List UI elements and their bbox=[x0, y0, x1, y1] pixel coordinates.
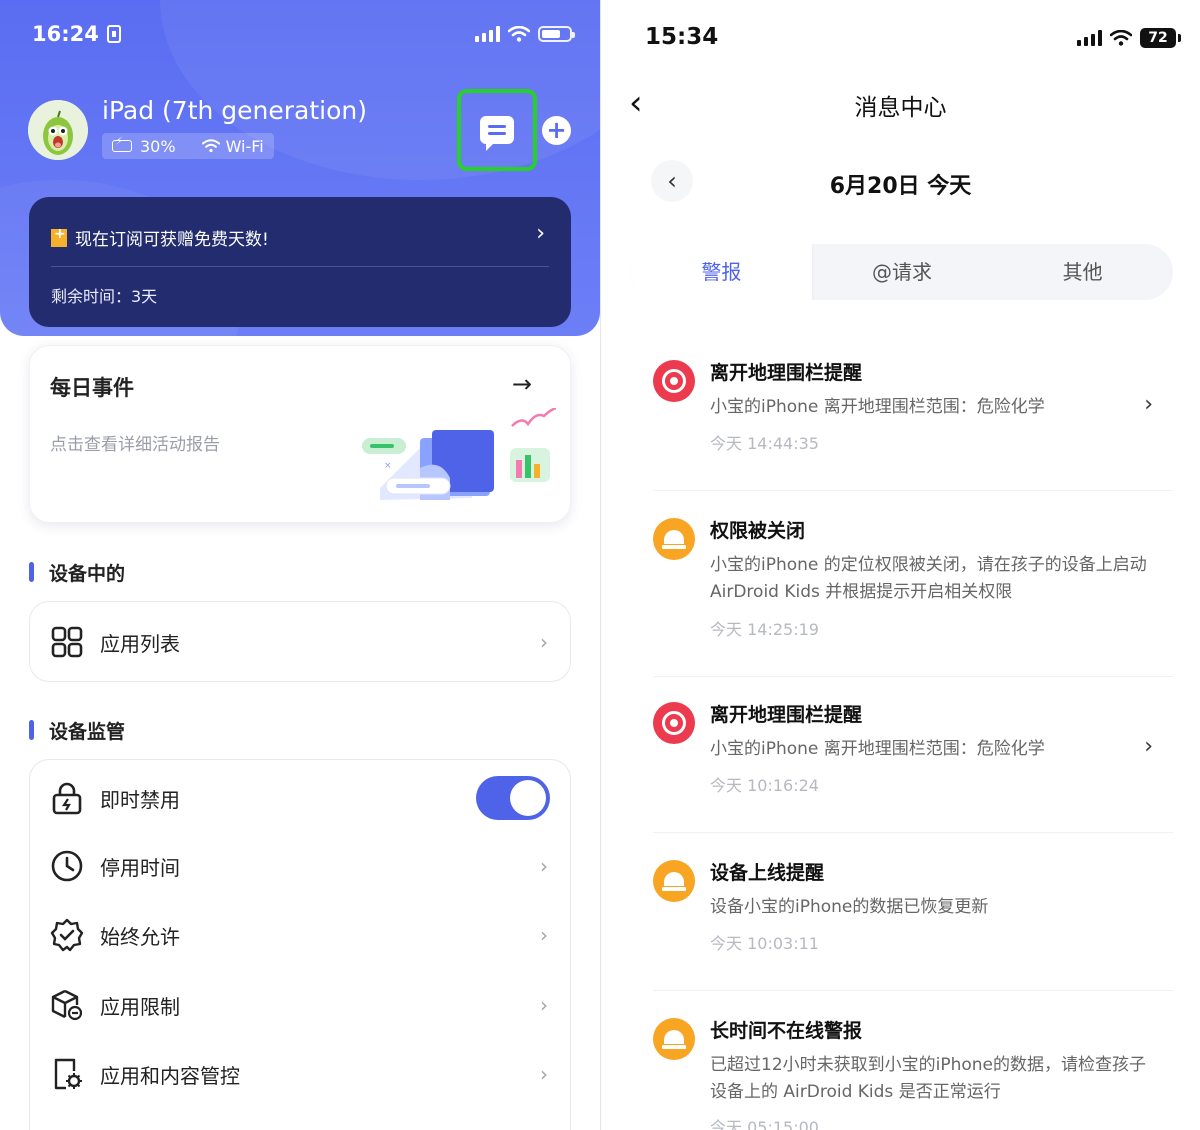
message-icon bbox=[480, 116, 514, 151]
page-title: 消息中心 bbox=[854, 95, 947, 121]
chevron-right-icon: › bbox=[540, 923, 548, 947]
alert-item[interactable]: 离开地理围栏提醒 小宝的iPhone 离开地理围栏范围：危险化学 今天 14:4… bbox=[639, 338, 1175, 468]
app-limits-label: 应用限制 bbox=[100, 994, 180, 1019]
cellular-signal-icon bbox=[1077, 30, 1102, 46]
chevron-right-icon: › bbox=[540, 1062, 548, 1086]
status-bar-left: 16:24 bbox=[32, 22, 121, 46]
alert-description: 设备小宝的iPhone的数据已恢复更新 bbox=[710, 897, 989, 917]
downtime-label: 停用时间 bbox=[100, 855, 180, 880]
chevron-right-icon: › bbox=[1144, 392, 1153, 417]
chevron-right-icon: › bbox=[540, 854, 548, 878]
alert-item[interactable]: 设备上线提醒 设备小宝的iPhone的数据已恢复更新 今天 10:03:11 bbox=[639, 838, 1175, 968]
daily-events-title: 每日事件 bbox=[50, 376, 134, 400]
alert-time: 今天 10:16:24 bbox=[710, 776, 819, 795]
chevron-right-icon: › bbox=[540, 630, 548, 654]
battery-icon bbox=[538, 26, 575, 42]
content-control-label: 应用和内容管控 bbox=[100, 1063, 240, 1088]
message-center-button[interactable] bbox=[457, 89, 537, 171]
alert-time: 今天 05:15:00 bbox=[710, 1118, 819, 1130]
status-icons bbox=[475, 26, 575, 42]
promo-text: 现在订阅可获赠免费天数! bbox=[75, 230, 269, 250]
wifi-icon bbox=[201, 139, 220, 153]
siren-alert-icon bbox=[653, 860, 695, 902]
alert-description: 小宝的iPhone 的定位权限被关闭，请在孩子的设备上启动 AirDroid K… bbox=[710, 555, 1147, 602]
section-monitor-title: 设备监管 bbox=[29, 717, 125, 744]
battery-charging-icon bbox=[112, 136, 132, 152]
avocado-avatar-icon bbox=[28, 100, 88, 160]
geofence-alert-icon bbox=[653, 360, 695, 402]
settings-doc-icon bbox=[54, 1058, 82, 1090]
chevron-right-icon: › bbox=[1144, 734, 1153, 759]
chevron-right-icon: › bbox=[540, 993, 548, 1017]
device-battery: 30% bbox=[140, 136, 176, 156]
siren-alert-icon bbox=[653, 1018, 695, 1060]
clock-icon bbox=[51, 850, 83, 882]
status-time: 16:24 bbox=[32, 22, 99, 46]
status-icons: 72 bbox=[1077, 28, 1181, 48]
subscription-promo[interactable]: 现在订阅可获赠免费天数! › 剩余时间：3天 bbox=[29, 197, 571, 327]
daily-events-card[interactable]: 每日事件 → 点击查看详细活动报告 × bbox=[29, 345, 571, 523]
tab-requests[interactable]: @请求 bbox=[812, 244, 993, 300]
alert-time: 今天 14:25:19 bbox=[710, 620, 819, 639]
alert-title: 权限被关闭 bbox=[710, 520, 806, 542]
cellular-signal-icon bbox=[475, 26, 500, 42]
report-illustration-icon: × bbox=[362, 408, 556, 500]
downtime-item[interactable]: 停用时间 › bbox=[30, 836, 570, 896]
alert-description: 小宝的iPhone 离开地理围栏范围：危险化学 bbox=[710, 397, 1045, 417]
device-meta: 30% Wi-Fi bbox=[102, 133, 274, 159]
daily-events-subtitle: 点击查看详细活动报告 bbox=[50, 435, 220, 455]
alert-title: 离开地理围栏提醒 bbox=[710, 362, 863, 384]
wifi-icon bbox=[508, 26, 530, 42]
wifi-icon bbox=[1110, 30, 1132, 46]
add-device-button[interactable]: + bbox=[542, 116, 571, 145]
arrow-right-icon: → bbox=[511, 370, 532, 398]
device-name: iPad (7th generation) bbox=[102, 96, 368, 125]
siren-alert-icon bbox=[653, 518, 695, 560]
content-control-item[interactable]: 应用和内容管控 › bbox=[30, 1044, 570, 1104]
always-allow-label: 始终允许 bbox=[100, 924, 180, 949]
alert-description: 小宝的iPhone 离开地理围栏范围：危险化学 bbox=[710, 739, 1045, 759]
cube-icon bbox=[51, 989, 83, 1021]
status-time: 15:34 bbox=[645, 24, 719, 50]
alert-title: 离开地理围栏提醒 bbox=[710, 704, 863, 726]
alert-title: 设备上线提醒 bbox=[710, 862, 825, 884]
gift-flag-icon bbox=[51, 226, 67, 247]
id-badge-icon bbox=[106, 25, 121, 43]
grid-icon bbox=[51, 626, 83, 658]
app-list-card: 应用列表 › bbox=[29, 601, 571, 682]
monitor-card: 即时禁用 停用时间 › 始终允许 › 应用限制 › 应用和内容管控 › bbox=[29, 759, 571, 1130]
app-limits-item[interactable]: 应用限制 › bbox=[30, 975, 570, 1035]
alert-item[interactable]: 离开地理围栏提醒 小宝的iPhone 离开地理围栏范围：危险化学 今天 10:1… bbox=[639, 680, 1175, 810]
instant-disable-item: 即时禁用 bbox=[30, 768, 570, 828]
battery-level: 72 bbox=[1140, 28, 1181, 48]
alert-title: 长时间不在线警报 bbox=[710, 1020, 863, 1042]
app-list-item[interactable]: 应用列表 › bbox=[30, 612, 570, 672]
alert-time: 今天 14:44:35 bbox=[710, 434, 819, 453]
lock-icon bbox=[52, 782, 82, 815]
alert-description: 已超过12小时未获取到小宝的iPhone的数据，请检查孩子设备上的 AirDro… bbox=[710, 1055, 1147, 1102]
message-tabs: 警报 @请求 其他 bbox=[631, 244, 1173, 300]
check-badge-icon bbox=[50, 918, 84, 952]
chevron-right-icon: › bbox=[536, 221, 545, 246]
avatar[interactable] bbox=[28, 100, 88, 160]
device-network: Wi-Fi bbox=[225, 136, 264, 156]
promo-remaining: 剩余时间：3天 bbox=[51, 287, 158, 306]
section-device-title: 设备中的 bbox=[29, 559, 125, 586]
geofence-alert-icon bbox=[653, 702, 695, 744]
tab-alerts[interactable]: 警报 bbox=[631, 244, 812, 300]
alert-time: 今天 10:03:11 bbox=[710, 934, 819, 953]
instant-disable-label: 即时禁用 bbox=[100, 787, 180, 812]
alert-item[interactable]: 长时间不在线警报 已超过12小时未获取到小宝的iPhone的数据，请检查孩子设备… bbox=[639, 996, 1175, 1130]
date-label: 6月20日 今天 bbox=[829, 174, 972, 199]
svg-text:×: × bbox=[384, 461, 392, 471]
tab-others[interactable]: 其他 bbox=[992, 244, 1173, 300]
alert-item[interactable]: 权限被关闭 小宝的iPhone 的定位权限被关闭，请在孩子的设备上启动 AirD… bbox=[639, 496, 1175, 646]
app-list-label: 应用列表 bbox=[100, 631, 180, 656]
instant-disable-toggle[interactable] bbox=[476, 776, 550, 820]
right-screen: 15:34 72 ‹ 消息中心 ‹ 6月20日 今天 警报 @请求 其他 离开地… bbox=[601, 0, 1200, 1130]
left-screen: 16:24 iPad (7th generation) 30% bbox=[0, 0, 600, 1130]
always-allow-item[interactable]: 始终允许 › bbox=[30, 905, 570, 965]
